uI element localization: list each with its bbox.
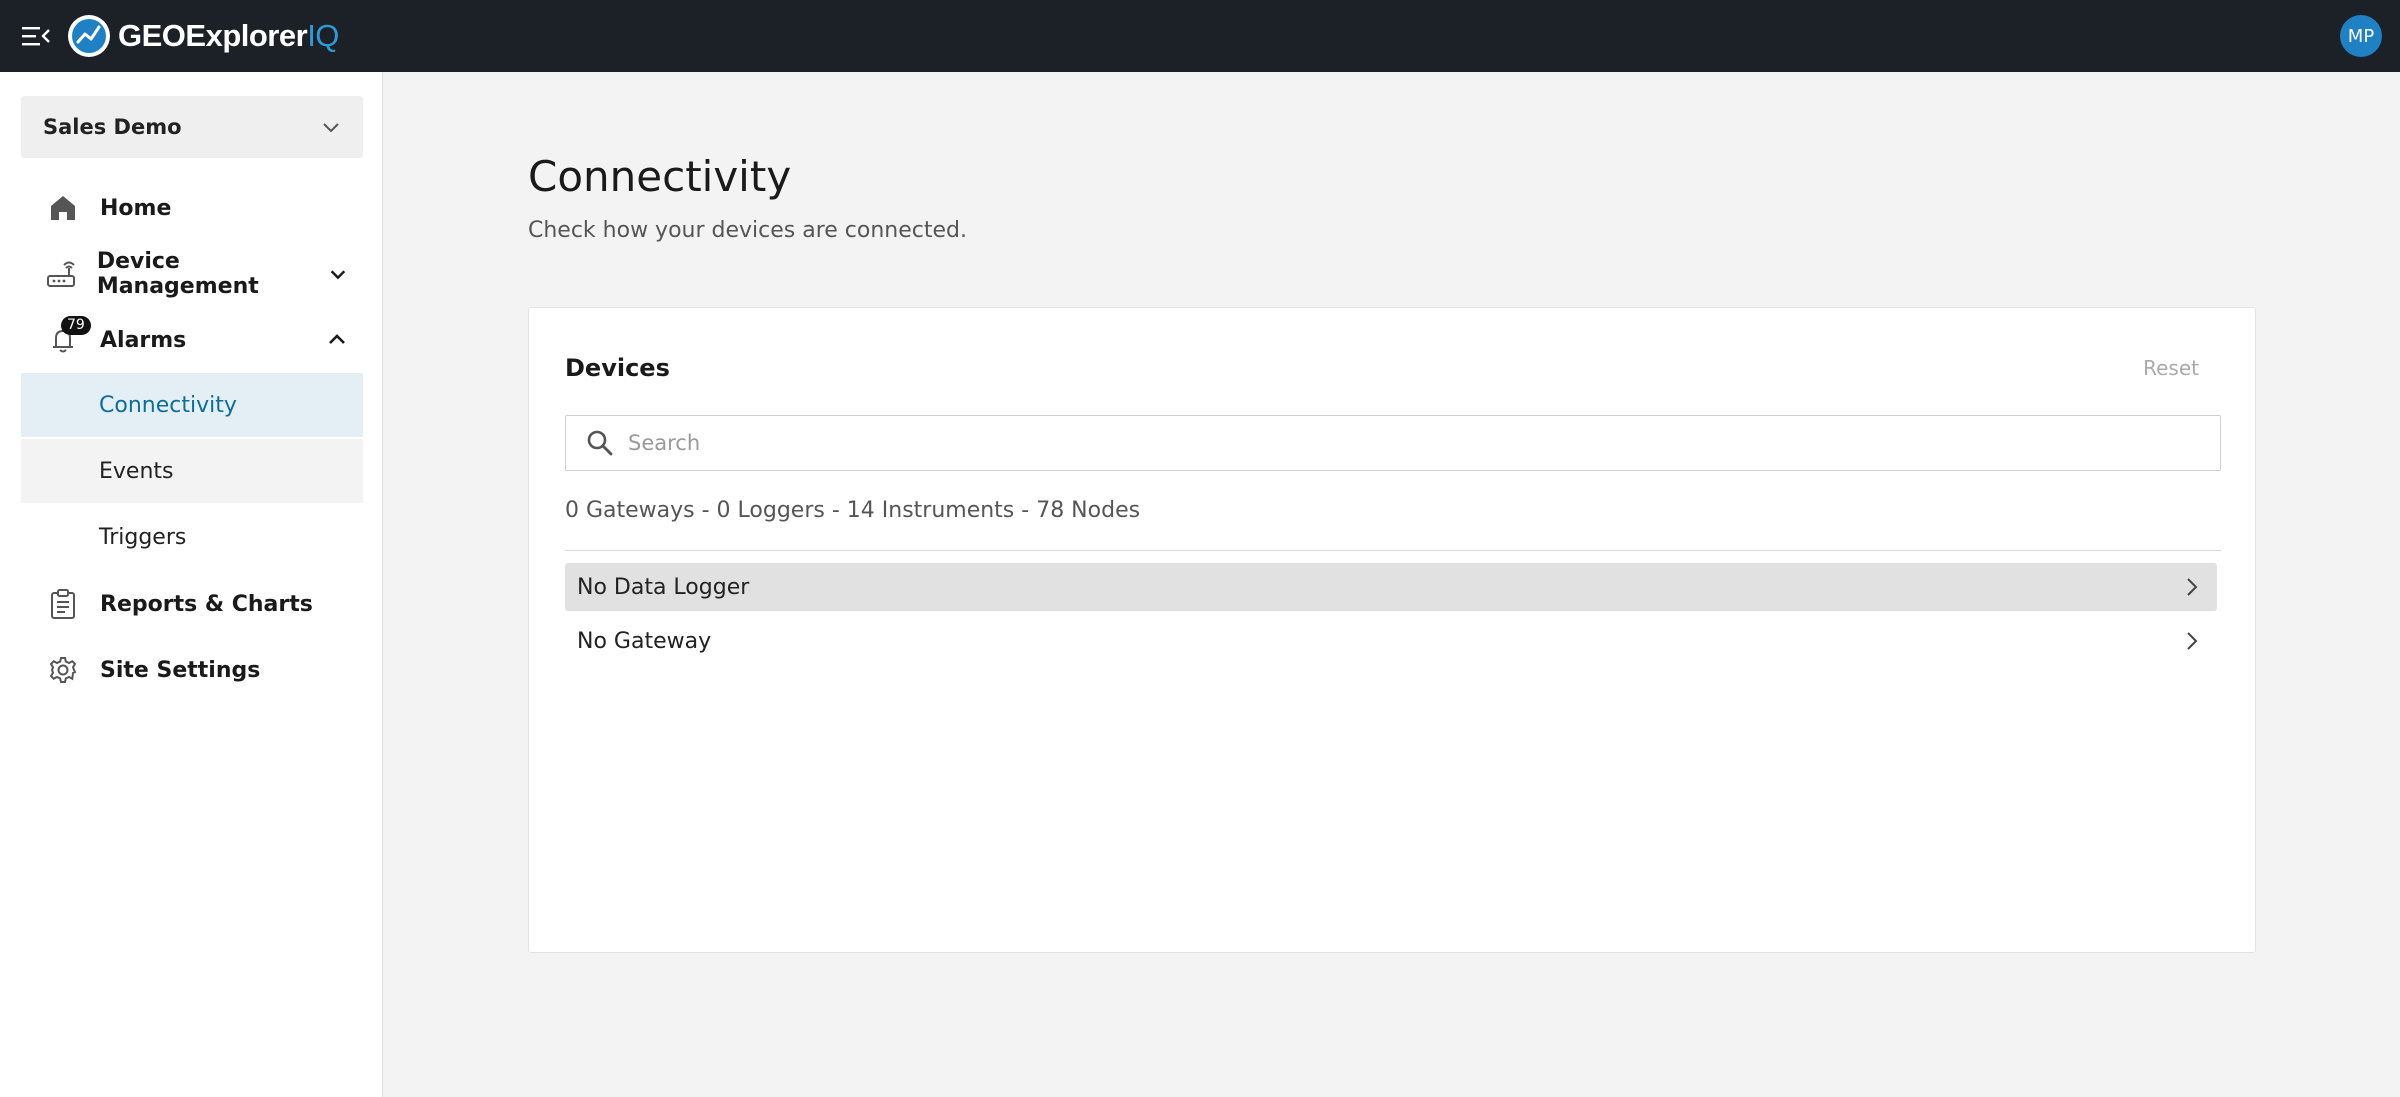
sidebar-item-device-management[interactable]: Device Management — [21, 241, 363, 307]
sidebar-item-label: Device Management — [96, 249, 259, 299]
home-icon — [45, 190, 81, 226]
sidebar: Sales Demo Home Device Management 79 Ala… — [0, 72, 383, 1097]
logo-mark-icon — [68, 15, 110, 57]
chevron-down-icon — [323, 123, 339, 133]
top-bar: GEOExplorerIQ MP — [0, 0, 2400, 72]
sidebar-item-label: Home — [100, 195, 172, 221]
menu-collapse-icon[interactable] — [18, 18, 54, 54]
sidebar-item-site-settings[interactable]: Site Settings — [21, 637, 363, 703]
sidebar-item-label: Site Settings — [100, 657, 261, 683]
reset-button[interactable]: Reset — [2143, 356, 2199, 380]
site-selector-label: Sales Demo — [43, 115, 182, 139]
page-subtitle: Check how your devices are connected. — [528, 218, 968, 243]
sidebar-subitem-connectivity[interactable]: Connectivity — [21, 373, 363, 437]
chevron-down-icon — [330, 270, 346, 280]
clipboard-icon — [45, 586, 81, 622]
sidebar-subitem-events[interactable]: Events — [21, 439, 363, 503]
device-row-label: No Gateway — [577, 628, 712, 654]
chevron-right-icon — [2187, 578, 2198, 596]
brand-name: GEOExplorerIQ — [118, 18, 339, 53]
search-icon — [587, 430, 613, 456]
sidebar-item-label: Alarms — [100, 327, 187, 353]
device-counts: 0 Gateways - 0 Loggers - 14 Instruments … — [565, 498, 1141, 523]
sidebar-item-label: Reports & Charts — [100, 591, 313, 617]
devices-card: Devices Reset 0 Gateways - 0 Loggers - 1… — [528, 307, 2256, 953]
gear-icon — [45, 652, 81, 688]
search-input[interactable] — [628, 431, 2220, 455]
router-icon — [45, 256, 78, 292]
sidebar-item-alarms[interactable]: 79 Alarms — [21, 307, 363, 373]
bell-icon: 79 — [45, 316, 91, 358]
alarm-count-badge: 79 — [61, 316, 91, 335]
chevron-up-icon — [329, 334, 345, 344]
device-row-no-gateway[interactable]: No Gateway — [565, 617, 2217, 665]
sidebar-item-home[interactable]: Home — [21, 175, 363, 241]
divider — [565, 550, 2221, 551]
site-selector[interactable]: Sales Demo — [21, 96, 363, 158]
page-title: Connectivity — [528, 152, 792, 201]
search-field[interactable] — [565, 415, 2221, 471]
device-row-label: No Data Logger — [577, 574, 750, 600]
app-logo[interactable]: GEOExplorerIQ — [66, 13, 339, 59]
chevron-right-icon — [2187, 632, 2198, 650]
device-row-no-data-logger[interactable]: No Data Logger — [565, 563, 2217, 611]
sidebar-item-reports-charts[interactable]: Reports & Charts — [21, 571, 363, 637]
card-title: Devices — [565, 354, 670, 382]
user-avatar[interactable]: MP — [2340, 15, 2382, 57]
sidebar-subitem-triggers[interactable]: Triggers — [21, 505, 363, 569]
